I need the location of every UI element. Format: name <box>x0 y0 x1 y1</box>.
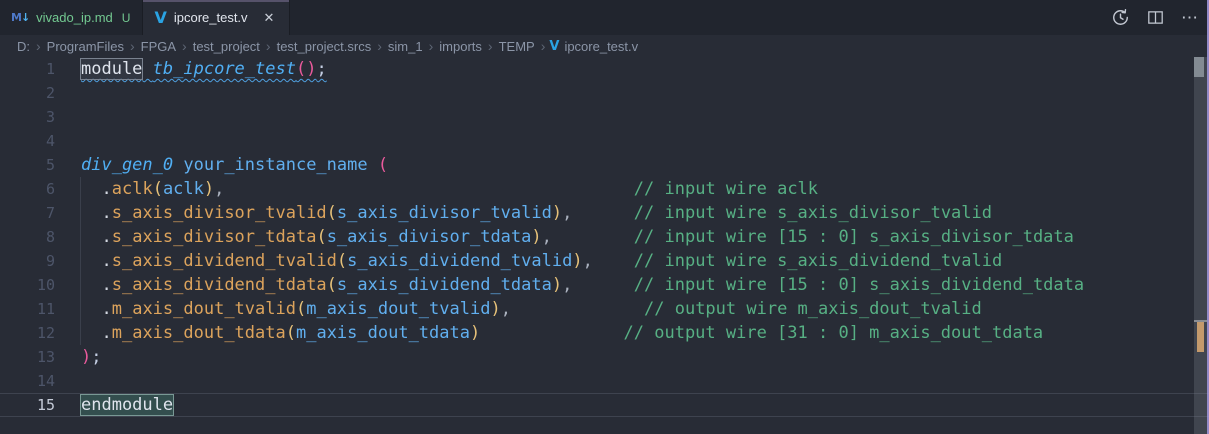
code-line[interactable]: 8 .s_axis_divisor_tdata(s_axis_divisor_t… <box>0 225 1209 249</box>
breadcrumb-item[interactable]: ProgramFiles <box>45 39 126 54</box>
line-text <box>55 369 81 393</box>
git-untracked-badge: U <box>122 11 131 25</box>
tab-ipcore-test-v[interactable]: V ipcore_test.v ✕ <box>143 0 290 35</box>
breadcrumb-file[interactable]: Vipcore_test.v <box>549 39 638 54</box>
line-number[interactable]: 2 <box>0 81 55 105</box>
line-text: .m_axis_dout_tvalid(m_axis_dout_tvalid),… <box>55 297 982 321</box>
breadcrumb: D:›ProgramFiles›FPGA›test_project›test_p… <box>0 35 1209 57</box>
chevron-right-icon: › <box>32 38 45 54</box>
code-line[interactable]: 12 .m_axis_dout_tdata(m_axis_dout_tdata)… <box>0 321 1209 345</box>
line-number[interactable]: 13 <box>0 345 55 369</box>
tab-label: ipcore_test.v <box>174 10 248 25</box>
code-line[interactable]: 14 <box>0 369 1209 393</box>
tab-vivado-ip-md[interactable]: M↓ vivado_ip.md U <box>0 0 143 35</box>
chevron-right-icon: › <box>425 38 438 54</box>
code-line[interactable]: 2 <box>0 81 1209 105</box>
breadcrumb-item[interactable]: sim_1 <box>386 39 425 54</box>
code-line[interactable]: 13); <box>0 345 1209 369</box>
line-text: div_gen_0 your_instance_name ( <box>55 153 388 177</box>
chevron-right-icon: › <box>262 38 275 54</box>
line-number[interactable]: 3 <box>0 105 55 129</box>
line-text: .m_axis_dout_tdata(m_axis_dout_tdata) //… <box>55 321 1043 345</box>
line-text: module tb_ipcore_test(); <box>55 57 327 81</box>
line-text: .s_axis_dividend_tdata(s_axis_dividend_t… <box>55 273 1084 297</box>
line-text <box>55 105 81 129</box>
line-text <box>55 129 81 153</box>
line-number[interactable]: 11 <box>0 297 55 321</box>
line-number[interactable]: 5 <box>0 153 55 177</box>
vivado-icon: V <box>154 8 166 27</box>
editor-actions: ⋯ <box>1109 0 1201 35</box>
markdown-icon: M↓ <box>11 11 29 24</box>
chevron-right-icon: › <box>484 38 497 54</box>
line-text: .aclk(aclk), // input wire aclk <box>55 177 818 201</box>
line-text: endmodule <box>55 393 173 417</box>
chevron-right-icon: › <box>178 38 191 54</box>
line-text: .s_axis_divisor_tvalid(s_axis_divisor_tv… <box>55 201 992 225</box>
overview-ruler-marker-top <box>1194 57 1204 77</box>
line-number[interactable]: 1 <box>0 57 55 81</box>
split-editor-icon[interactable] <box>1144 7 1166 29</box>
line-number[interactable]: 9 <box>0 249 55 273</box>
breadcrumb-item[interactable]: test_project.srcs <box>275 39 374 54</box>
line-number[interactable]: 8 <box>0 225 55 249</box>
editor-scrollbar[interactable] <box>1194 57 1207 434</box>
chevron-right-icon: › <box>373 38 386 54</box>
line-text: .s_axis_divisor_tdata(s_axis_divisor_tda… <box>55 225 1074 249</box>
tab-bar: M↓ vivado_ip.md U V ipcore_test.v ✕ ⋯ <box>0 0 1209 35</box>
breadcrumb-item[interactable]: test_project <box>191 39 262 54</box>
line-number[interactable]: 14 <box>0 369 55 393</box>
code-line[interactable]: 9 .s_axis_dividend_tvalid(s_axis_dividen… <box>0 249 1209 273</box>
chevron-right-icon: › <box>126 38 139 54</box>
code-line[interactable]: 10 .s_axis_dividend_tdata(s_axis_dividen… <box>0 273 1209 297</box>
code-line[interactable]: 1 module tb_ipcore_test(); <box>0 57 1209 81</box>
timeline-history-icon[interactable] <box>1109 7 1131 29</box>
line-number[interactable]: 10 <box>0 273 55 297</box>
line-text: .s_axis_dividend_tvalid(s_axis_dividend_… <box>55 249 1002 273</box>
code-line[interactable]: 6 .aclk(aclk), // input wire aclk <box>0 177 1209 201</box>
chevron-right-icon: › <box>537 38 550 54</box>
code-line[interactable]: 11 .m_axis_dout_tvalid(m_axis_dout_tvali… <box>0 297 1209 321</box>
more-actions-icon[interactable]: ⋯ <box>1179 7 1201 29</box>
code-line[interactable]: 3 <box>0 105 1209 129</box>
line-text: ); <box>55 345 102 369</box>
close-icon[interactable]: ✕ <box>261 9 278 27</box>
vivado-icon: V <box>549 39 559 54</box>
line-number[interactable]: 4 <box>0 129 55 153</box>
line-number[interactable]: 7 <box>0 201 55 225</box>
info-squiggle: module tb_ipcore_test(); <box>81 59 327 79</box>
line-number[interactable]: 6 <box>0 177 55 201</box>
code-line[interactable]: 4 <box>0 129 1209 153</box>
line-text <box>55 81 81 105</box>
tab-label: vivado_ip.md <box>36 10 113 25</box>
breadcrumb-item[interactable]: D: <box>15 39 32 54</box>
code-line[interactable]: 5div_gen_0 your_instance_name ( <box>0 153 1209 177</box>
breadcrumb-item[interactable]: FPGA <box>139 39 178 54</box>
breadcrumb-item[interactable]: TEMP <box>497 39 537 54</box>
code-editor[interactable]: 1 module tb_ipcore_test(); 2345div_gen_0 y… <box>0 57 1209 434</box>
code-line[interactable]: 15endmodule <box>0 393 1209 417</box>
code-line[interactable]: 7 .s_axis_divisor_tvalid(s_axis_divisor_… <box>0 201 1209 225</box>
breadcrumb-item[interactable]: imports <box>437 39 484 54</box>
overview-ruler-marker-tan <box>1197 322 1204 352</box>
line-number[interactable]: 15 <box>0 393 55 417</box>
line-number[interactable]: 12 <box>0 321 55 345</box>
